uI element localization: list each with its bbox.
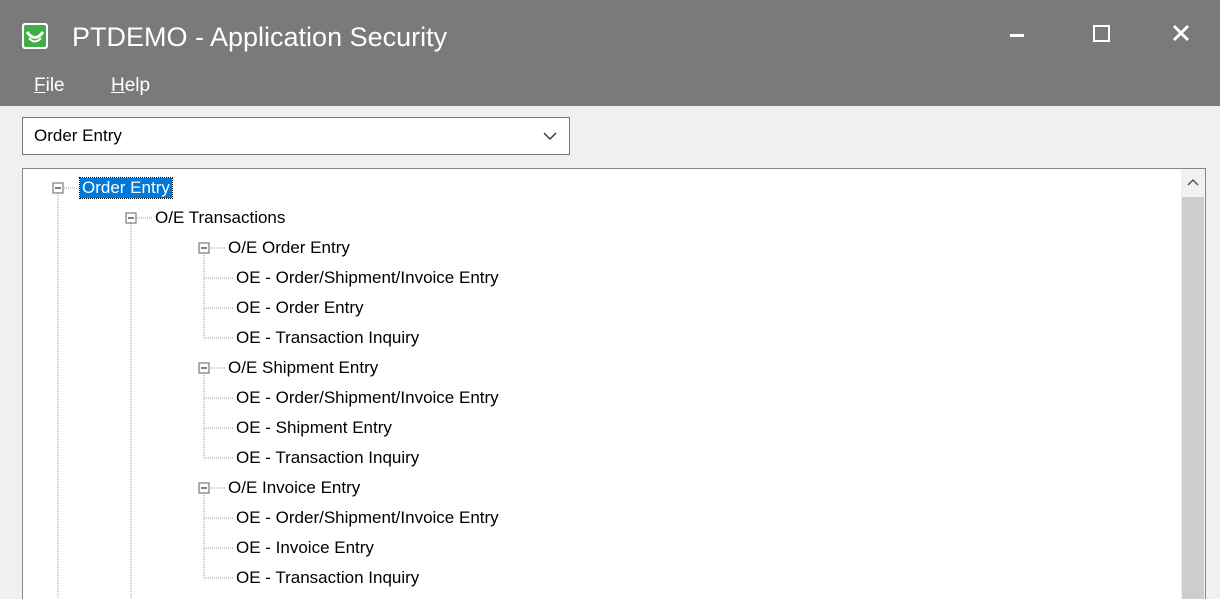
collapse-toggle-icon[interactable]: [198, 242, 210, 254]
chevron-up-icon: [1187, 178, 1199, 186]
tree-node-leaf[interactable]: OE - Invoice Entry: [234, 538, 376, 558]
collapse-toggle-icon[interactable]: [125, 212, 137, 224]
tree-node-leaf[interactable]: OE - Order/Shipment/Invoice Entry: [234, 388, 501, 408]
menu-file-label: ile: [45, 75, 65, 96]
scroll-up-button[interactable]: [1181, 169, 1205, 195]
collapse-toggle-icon[interactable]: [52, 182, 64, 194]
tree-node-leaf[interactable]: OE - Order Entry: [234, 298, 366, 318]
close-icon: [1172, 24, 1190, 42]
chevron-down-icon[interactable]: [543, 130, 557, 142]
tree-node-leaf[interactable]: OE - Transaction Inquiry: [234, 328, 421, 348]
module-dropdown[interactable]: Order Entry: [22, 117, 570, 155]
menu-help-label: elp: [124, 75, 151, 96]
module-dropdown-value: Order Entry: [34, 126, 122, 145]
maximize-icon: [1093, 25, 1110, 42]
maximize-button[interactable]: [1066, 0, 1136, 67]
tree-lines: [52, 182, 234, 599]
menu-file-mnemonic: F: [34, 75, 46, 96]
tree-node-leaf[interactable]: OE - Order/Shipment/Invoice Entry: [234, 268, 501, 288]
tree-node-group[interactable]: O/E Transactions: [153, 208, 287, 228]
vertical-scrollbar[interactable]: [1181, 169, 1205, 599]
window-title: PTDEMO - Application Security: [72, 22, 448, 52]
scroll-thumb[interactable]: [1182, 197, 1204, 599]
security-tree[interactable]: Order Entry O/E Transactions O/E Order Ent…: [22, 168, 1206, 599]
tree-node-leaf[interactable]: OE - Order/Shipment/Invoice Entry: [234, 508, 501, 528]
tree-node-group[interactable]: O/E Order Entry: [226, 238, 352, 258]
menu-bar: File Help: [0, 67, 1220, 106]
minimize-button[interactable]: [980, 0, 1050, 67]
menu-help[interactable]: Help: [111, 74, 150, 98]
app-logo-icon: [22, 23, 48, 49]
tree-node-leaf[interactable]: OE - Transaction Inquiry: [234, 448, 421, 468]
tree-node-group[interactable]: O/E Shipment Entry: [226, 358, 380, 378]
menu-help-mnemonic: H: [111, 75, 125, 96]
tree-node-leaf[interactable]: OE - Transaction Inquiry: [234, 568, 421, 588]
tree-node-root[interactable]: Order Entry: [79, 177, 173, 199]
collapse-toggle-icon[interactable]: [198, 482, 210, 494]
menu-file[interactable]: File: [34, 74, 65, 98]
tree-node-leaf[interactable]: OE - Shipment Entry: [234, 418, 394, 438]
title-bar[interactable]: PTDEMO - Application Security: [0, 0, 1220, 67]
minimize-icon: [1010, 34, 1024, 37]
tree-node-group[interactable]: O/E Invoice Entry: [226, 478, 362, 498]
collapse-toggle-icon[interactable]: [198, 362, 210, 374]
close-button[interactable]: [1150, 0, 1220, 67]
